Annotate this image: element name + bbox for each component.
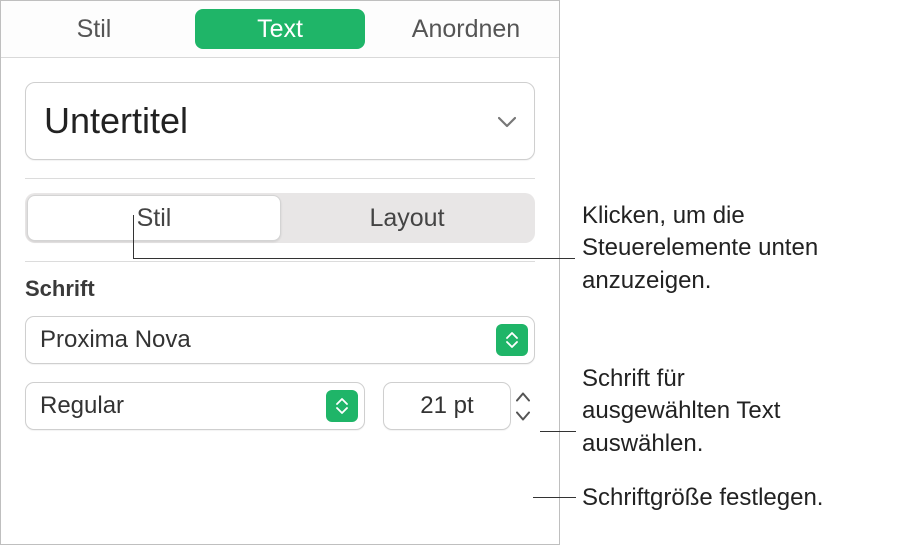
callout-line [533, 497, 576, 498]
font-size-stepper [512, 388, 534, 425]
subtab-segmented: Stil Layout [25, 193, 535, 243]
callout-font: Schrift für ausgewählten Text auswählen. [582, 363, 812, 460]
panel-body: Untertitel Stil Layout Schrift Proxima N… [1, 58, 559, 430]
subtab-stil[interactable]: Stil [27, 195, 281, 241]
callout-line [540, 431, 576, 432]
font-weight-dropdown[interactable]: Regular [25, 382, 365, 430]
subtab-label: Layout [369, 204, 444, 233]
font-family-value: Proxima Nova [40, 326, 191, 354]
subtab-layout[interactable]: Layout [281, 195, 533, 241]
font-section-label: Schrift [25, 276, 535, 302]
font-size-input[interactable]: 21 pt [383, 382, 511, 430]
annotations: Klicken, um die Steuerelemente unten anz… [560, 0, 910, 545]
divider [25, 178, 535, 179]
paragraph-style-value: Untertitel [44, 100, 188, 142]
callout-line [133, 258, 575, 259]
updown-arrows-icon [496, 324, 528, 356]
tab-label: Stil [77, 15, 112, 44]
top-tabs: Stil Text Anordnen [1, 1, 559, 58]
callout-subtab: Klicken, um die Steuerelemente unten anz… [582, 200, 842, 297]
stepper-down[interactable] [512, 407, 534, 425]
tab-label: Anordnen [412, 15, 520, 44]
subtab-label: Stil [137, 204, 172, 233]
font-family-dropdown[interactable]: Proxima Nova [25, 316, 535, 364]
divider [25, 261, 535, 262]
stepper-up[interactable] [512, 388, 534, 406]
updown-arrows-icon [326, 390, 358, 422]
root: Stil Text Anordnen Untertitel Stil [0, 0, 910, 545]
tab-text[interactable]: Text [187, 1, 373, 57]
font-size-value: 21 pt [384, 392, 510, 420]
tab-label: Text [257, 15, 303, 44]
font-row-two: Regular 21 pt [25, 382, 535, 430]
callout-line [133, 215, 134, 258]
chevron-down-icon [498, 115, 516, 127]
font-weight-value: Regular [40, 392, 124, 420]
paragraph-style-picker[interactable]: Untertitel [25, 82, 535, 160]
tab-stil[interactable]: Stil [1, 1, 187, 57]
callout-size: Schriftgröße festlegen. [582, 482, 902, 514]
inspector-panel: Stil Text Anordnen Untertitel Stil [0, 0, 560, 545]
tab-anordnen[interactable]: Anordnen [373, 1, 559, 57]
